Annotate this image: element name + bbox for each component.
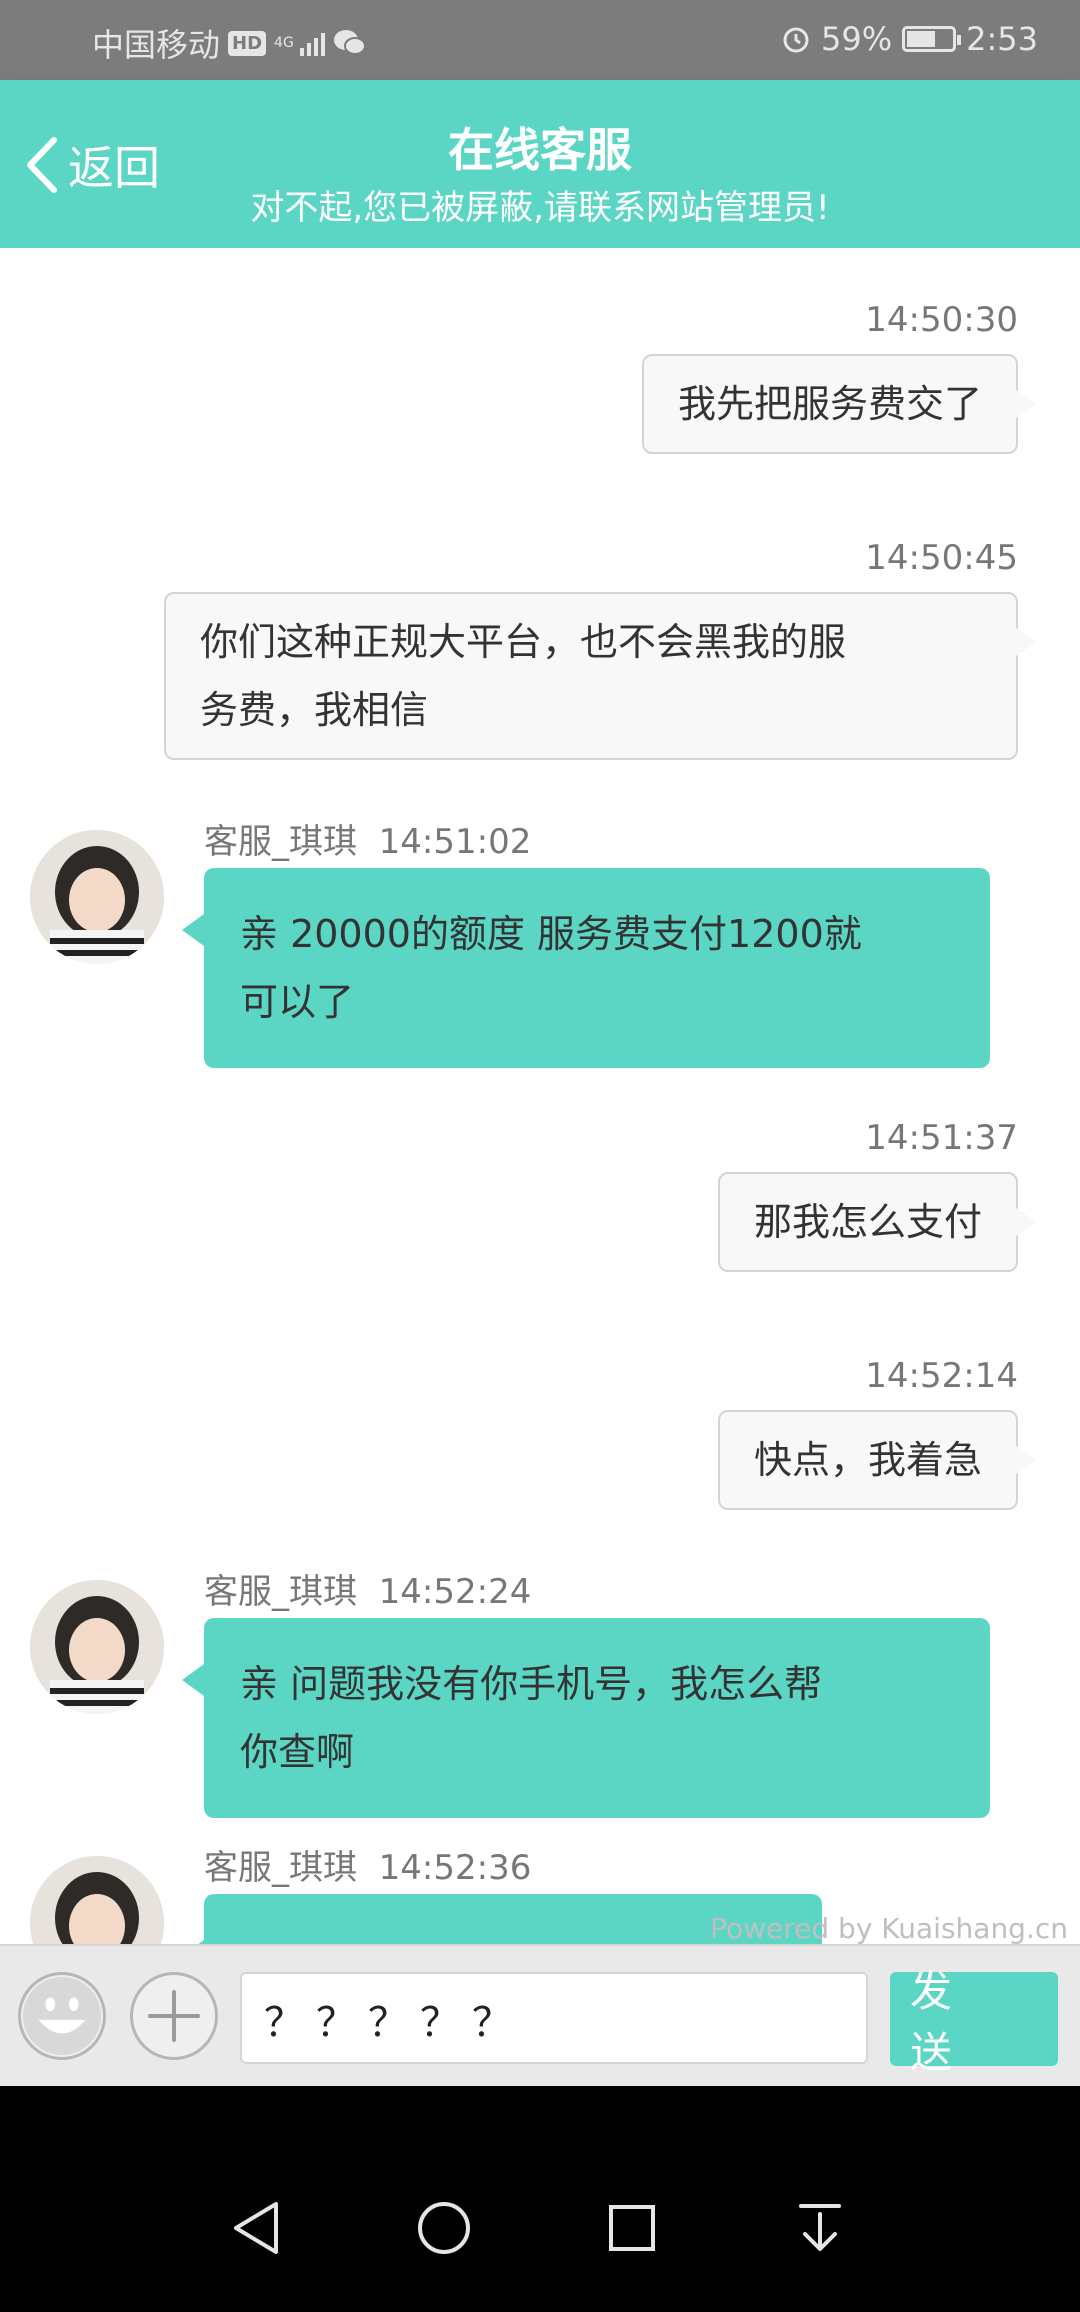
message-sender-line: 客服_琪琪 14:52:24 [204,1564,531,1613]
send-button-label: 发 送 [910,1967,973,2077]
message-sender-line: 客服_琪琪 14:52:36 [204,1840,531,1889]
nav-notifications-button[interactable] [790,2198,850,2258]
input-bar: ？？？？？ 发 送 [0,1944,1080,2086]
message-time: 14:52:14 [865,1356,1018,1396]
avatar-image [30,830,164,964]
nav-home-icon [418,2202,470,2254]
network-type: 4G [274,35,294,51]
message-bubble-outgoing: 那我怎么支付 [717,1172,1037,1272]
wechat-icon [334,30,367,55]
page-subtitle: 对不起,您已被屏蔽,请联系网站管理员! [250,188,830,228]
message-bubble-incoming: 亲 问题我没有你手机号，我怎么帮 你查啊 [182,1618,990,1818]
message-bubble-outgoing: 你们这种正规大平台，也不会黑我的服 务费，我相信 [164,592,1036,760]
avatar-image [30,1856,164,1944]
message-input[interactable]: ？？？？？ [240,1972,868,2064]
powered-by-watermark: Powered by Kuaishang.cn [710,1912,1068,1944]
nav-home-button[interactable] [414,2198,474,2258]
message-time: 14:51:37 [865,1118,1018,1158]
message-text-line: 亲 20000的额度 服务费支付1200就 [240,912,862,956]
message-text-line: 你查啊 [240,1730,355,1774]
clock: 2:53 [966,20,1038,58]
chat-header: 返回 在线客服 对不起,您已被屏蔽,请联系网站管理员! [0,80,1080,248]
sender-name: 客服_琪琪 [204,822,357,862]
nav-back-icon [234,2202,278,2254]
page-title: 在线客服 [448,123,632,177]
carrier-name: 中国移动 [92,26,221,64]
nav-recents-button[interactable] [602,2198,662,2258]
message-time: 14:50:30 [865,300,1018,340]
message-sender-line: 客服_琪琪 14:51:02 [204,814,531,863]
send-button[interactable]: 发 送 [890,1967,1058,2077]
alarm-icon [783,27,809,53]
status-bar: 中国移动 HD 4G 59% 2:53 [0,0,1080,80]
sender-name: 客服_琪琪 [204,1572,357,1612]
status-left: 中国移动 HD 4G [92,20,367,66]
message-bubble-outgoing: 快点，我着急 [717,1410,1037,1510]
agent-avatar[interactable] [30,1580,164,1714]
message-time: 14:50:45 [865,538,1018,578]
sender-name: 客服_琪琪 [204,1848,357,1888]
agent-avatar[interactable] [30,1856,164,1944]
message-time: 14:52:36 [378,1848,532,1888]
status-right: 59% 2:53 [781,20,1038,58]
nav-back-button[interactable] [226,2198,286,2258]
battery-icon [902,26,962,52]
message-text-line: 你们这种正规大平台，也不会黑我的服 [200,620,847,664]
emoji-button[interactable] [18,1972,106,2060]
message-text: 那我怎么支付 [753,1200,982,1244]
signal-icon [300,30,326,56]
chat-area[interactable]: 14:50:30 我先把服务费交了 14:50:45 你们这种正规大平台，也不会… [0,248,1080,1944]
smiley-icon [22,1976,102,2056]
message-text: 我先把服务费交了 [677,382,982,426]
avatar-image [30,1580,164,1714]
nav-recents-icon [609,2205,655,2251]
message-text-line: 亲 问题我没有你手机号，我怎么帮 [240,1662,823,1706]
hd-badge: HD [228,30,267,56]
message-bubble-outgoing: 我先把服务费交了 [641,354,1037,454]
message-text-line: 务费，我相信 [200,688,429,732]
message-text-line: 可以了 [240,980,355,1024]
plus-icon [148,1990,200,2042]
system-nav-bar [0,2086,1080,2312]
message-time: 14:52:24 [378,1572,532,1612]
add-attachment-button[interactable] [130,1972,218,2060]
message-time: 14:51:02 [378,822,532,862]
message-bubble-incoming: 亲 20000的额度 服务费支付1200就 可以了 [182,868,990,1068]
message-text: 快点，我着急 [753,1438,982,1482]
agent-avatar[interactable] [30,830,164,964]
battery-percent: 59% [821,20,893,58]
nav-notifications-icon [799,2204,841,2251]
message-input-value: ？？？？？ [264,2000,524,2046]
